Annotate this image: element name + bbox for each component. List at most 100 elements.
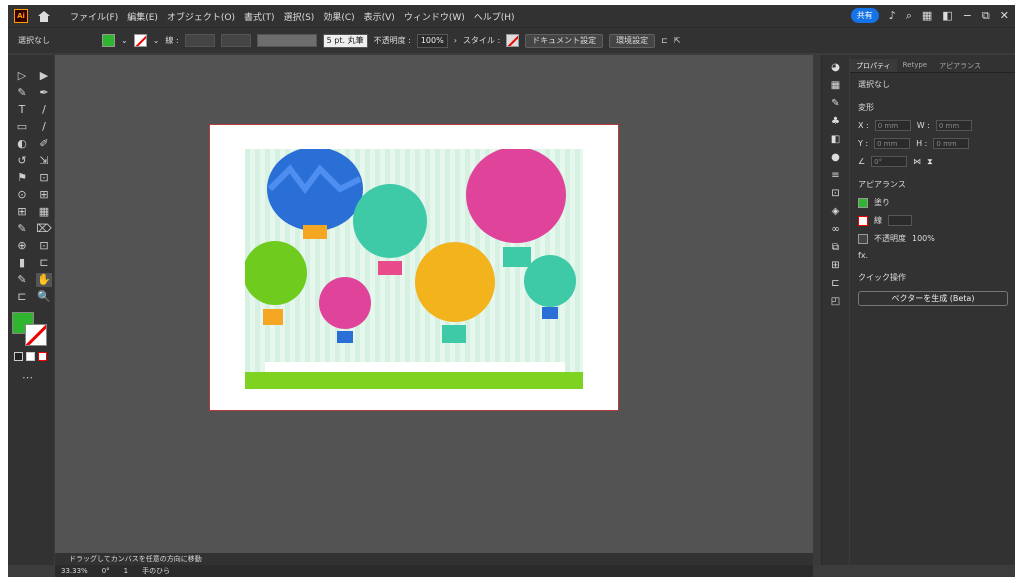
more-tools-icon[interactable]: ⋯: [22, 371, 54, 384]
column-graph-tool-icon[interactable]: ⊡: [36, 239, 52, 253]
align-icon[interactable]: ⊏: [661, 36, 668, 45]
stroke-color-box[interactable]: [25, 324, 47, 346]
rotate-tool-icon[interactable]: ↺: [14, 154, 30, 168]
workspace-icon[interactable]: ▦: [922, 9, 932, 22]
rectangle-tool-icon[interactable]: ▭: [14, 120, 30, 134]
slice-tool-icon[interactable]: ✎: [14, 273, 30, 287]
artboard-tool-icon[interactable]: ⊏: [36, 256, 52, 270]
opacity-label-panel[interactable]: 不透明度: [874, 233, 906, 244]
h-field[interactable]: 0 mm: [933, 138, 970, 149]
tab-properties[interactable]: プロパティ: [850, 59, 897, 72]
color-panel-icon[interactable]: ◕: [830, 62, 842, 73]
bar-graph-tool-icon[interactable]: ▮: [14, 256, 30, 270]
stroke-label[interactable]: 線 :: [165, 35, 178, 46]
line-tool-icon[interactable]: /: [36, 103, 52, 117]
share-button[interactable]: 共有: [850, 8, 879, 23]
shaper-tool-icon[interactable]: ◐: [14, 137, 30, 151]
artboard-number[interactable]: 1: [124, 567, 128, 575]
artboards-panel-icon[interactable]: ⧉: [830, 242, 842, 253]
transparency-panel-icon[interactable]: ◧: [830, 134, 842, 145]
tab-retype[interactable]: Retype: [897, 59, 934, 72]
gradient-panel-icon[interactable]: ●: [830, 152, 842, 163]
blend-tool-icon[interactable]: ⌦: [36, 222, 52, 236]
menu-edit[interactable]: 編集(E): [127, 10, 158, 23]
image-trace-icon[interactable]: ⊡: [830, 188, 842, 199]
swatches-panel-icon[interactable]: ▦: [830, 80, 842, 91]
menu-effect[interactable]: 効果(C): [323, 10, 354, 23]
none-mode-icon[interactable]: [38, 352, 47, 361]
warp-tool-icon[interactable]: ⚑: [14, 171, 30, 185]
eraser-tool-icon[interactable]: ✐: [36, 137, 52, 151]
stroke-weight-panel[interactable]: [888, 215, 912, 226]
menu-view[interactable]: 表示(V): [364, 10, 395, 23]
bell-icon[interactable]: ♪: [889, 9, 896, 22]
canvas-area[interactable]: [55, 55, 813, 553]
eyedropper-tool-icon[interactable]: ✎: [14, 222, 30, 236]
minimize-button[interactable]: −: [963, 9, 972, 22]
artboard[interactable]: [209, 124, 619, 411]
close-button[interactable]: ✕: [1000, 9, 1009, 22]
y-field[interactable]: 0 mm: [874, 138, 911, 149]
direct-selection-tool-icon[interactable]: ▷: [14, 69, 30, 83]
tab-appearance[interactable]: アピアランス: [933, 59, 987, 72]
opacity-value-panel[interactable]: 100%: [912, 234, 935, 243]
menu-type[interactable]: 書式(T): [244, 10, 275, 23]
style-swatch[interactable]: [506, 34, 520, 47]
stroke-weight-field[interactable]: [184, 34, 215, 47]
color-mode-icon[interactable]: [14, 352, 23, 361]
gradient-mode-icon[interactable]: [26, 352, 35, 361]
type-tool-icon[interactable]: T: [14, 103, 30, 117]
selection-tool-icon[interactable]: ▶: [36, 69, 52, 83]
brushes-panel-icon[interactable]: ✎: [830, 98, 842, 109]
angle-field[interactable]: 0°: [871, 156, 908, 167]
variable-width-dropdown[interactable]: [220, 34, 251, 47]
stroke-panel-icon[interactable]: ≡: [830, 170, 842, 181]
preferences-button[interactable]: 環境設定: [609, 33, 656, 48]
flip-vertical-icon[interactable]: ⧗: [927, 157, 933, 167]
menu-select[interactable]: 選択(S): [284, 10, 315, 23]
symbol-sprayer-tool-icon[interactable]: ⊕: [14, 239, 30, 253]
x-field[interactable]: 0 mm: [874, 120, 911, 131]
pen-tool-icon[interactable]: ✎: [14, 86, 30, 100]
generate-vectors-button[interactable]: ベクターを生成 (Beta): [858, 291, 1008, 306]
menu-help[interactable]: ヘルプ(H): [474, 10, 515, 23]
chevron-down-icon[interactable]: ⌄: [121, 36, 128, 45]
curvature-tool-icon[interactable]: ✒: [36, 86, 52, 100]
rotation-value[interactable]: 0°: [102, 567, 110, 575]
hand-tool-icon[interactable]: ✋: [36, 273, 52, 287]
restore-button[interactable]: ⧉: [982, 9, 990, 23]
vertical-scrollbar[interactable]: [813, 55, 821, 565]
zoom-tool-icon[interactable]: 🔍: [36, 290, 52, 304]
export-icon[interactable]: ⇱: [674, 36, 681, 45]
opacity-field[interactable]: 100%: [416, 33, 448, 48]
variable-width-profile[interactable]: [256, 34, 317, 47]
gradient-tool-icon[interactable]: ▦: [36, 205, 52, 219]
paintbrush-tool-icon[interactable]: /: [36, 120, 52, 134]
opacity-label[interactable]: 不透明度 :: [374, 35, 411, 46]
fill-swatch-panel[interactable]: [858, 197, 868, 208]
document-setup-button[interactable]: ドキュメント設定: [525, 33, 604, 48]
scale-tool-icon[interactable]: ⇲: [36, 154, 52, 168]
links-panel-icon[interactable]: ∞: [830, 224, 842, 235]
fill-swatch[interactable]: [102, 34, 115, 47]
menu-file[interactable]: ファイル(F): [70, 10, 118, 23]
zoom-level[interactable]: 33.33%: [61, 567, 88, 575]
layers-panel-icon[interactable]: ◈: [830, 206, 842, 217]
transform-panel-icon[interactable]: ⊞: [830, 260, 842, 271]
chevron-down-icon[interactable]: ⌄: [153, 36, 160, 45]
stroke-swatch-panel[interactable]: [858, 215, 868, 226]
perspective-grid-tool-icon[interactable]: ⊞: [36, 188, 52, 202]
free-transform-tool-icon[interactable]: ⊡: [36, 171, 52, 185]
chevron-right-icon[interactable]: ›: [454, 36, 457, 45]
print-tiling-tool-icon[interactable]: ⊏: [14, 290, 30, 304]
home-icon[interactable]: [38, 10, 50, 22]
menu-window[interactable]: ウィンドウ(W): [404, 10, 465, 23]
search-icon[interactable]: ⌕: [906, 9, 912, 23]
brush-definition[interactable]: 5 pt. 丸筆: [322, 33, 368, 48]
shape-builder-tool-icon[interactable]: ⊙: [14, 188, 30, 202]
w-field[interactable]: 0 mm: [935, 120, 972, 131]
symbols-panel-icon[interactable]: ♣: [830, 116, 842, 127]
flip-horizontal-icon[interactable]: ⋈: [913, 157, 921, 166]
fx-row[interactable]: fx.: [858, 251, 1007, 260]
stroke-swatch[interactable]: [133, 34, 147, 47]
